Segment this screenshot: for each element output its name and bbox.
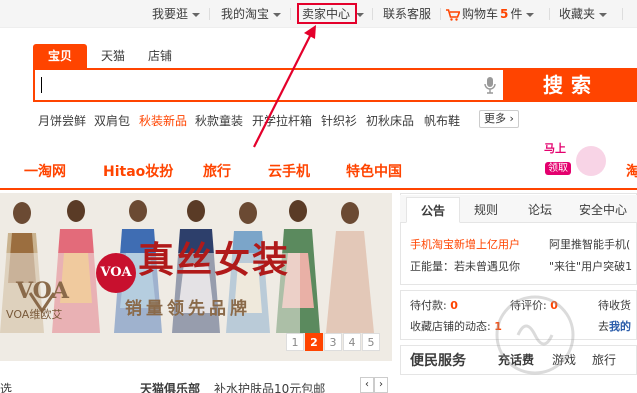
- my-taobao-menu[interactable]: 我的淘宝: [221, 6, 282, 22]
- promo-title[interactable]: 马上: [544, 142, 566, 155]
- hotword-link[interactable]: 初秋床品: [366, 112, 414, 129]
- search-tab-shop[interactable]: 店铺: [140, 44, 180, 68]
- promo-claim[interactable]: 领取: [545, 162, 571, 175]
- chevron-down-icon: [192, 12, 201, 17]
- carousel-page-3[interactable]: 3: [324, 333, 342, 351]
- tmall-club-link[interactable]: 天猫俱乐部: [140, 380, 200, 393]
- divider: [209, 8, 210, 20]
- brand-logo: VOA: [16, 278, 69, 304]
- brand-badge: VOA: [96, 253, 136, 293]
- divider: [440, 8, 441, 20]
- brand-name: VOA维欧艾: [6, 308, 63, 321]
- microphone-icon[interactable]: [483, 76, 497, 94]
- text-cursor: [41, 77, 42, 93]
- hotword-link[interactable]: 秋装新品: [139, 112, 187, 129]
- banner-tagline: 销量领先品牌: [125, 299, 251, 319]
- hotword-link[interactable]: 双肩包: [94, 112, 130, 129]
- annotation-highlight-box: [297, 3, 357, 24]
- category-link[interactable]: Hitao妆扮: [103, 161, 173, 181]
- customer-service-link[interactable]: 联系客服: [383, 6, 431, 22]
- more-button[interactable]: 更多 ›: [479, 110, 519, 128]
- notice-link[interactable]: 正能量：若未曾遇见你: [410, 258, 520, 274]
- cart-count: 5: [500, 7, 509, 21]
- chevron-down-icon: [599, 12, 608, 17]
- chevron-down-icon: [526, 12, 535, 17]
- category-link[interactable]: 云手机: [268, 161, 310, 181]
- bottom-text[interactable]: 选: [0, 380, 12, 393]
- divider: [290, 8, 291, 20]
- hotword-link[interactable]: 月饼尝鲜: [38, 112, 86, 129]
- search-input[interactable]: [39, 73, 469, 97]
- category-link[interactable]: 一淘网: [24, 161, 66, 181]
- carousel-page-2[interactable]: 2: [305, 333, 323, 351]
- hotword-link[interactable]: 开学拉杆箱: [252, 112, 312, 129]
- carousel-page-1[interactable]: 1: [286, 333, 304, 351]
- search-box: [33, 68, 505, 102]
- notice-link[interactable]: "来往"用户突破1: [549, 258, 632, 274]
- service-title: 便民服务: [410, 353, 466, 369]
- watermark-logo: [495, 295, 575, 375]
- promo-link[interactable]: 补水护肤品10元包邮: [214, 380, 325, 393]
- search-button[interactable]: 搜索: [505, 68, 637, 102]
- go-to-mine-link[interactable]: 去我的: [598, 318, 631, 334]
- pending-payment-link[interactable]: 待付款: 0: [410, 297, 458, 313]
- next-arrow-icon[interactable]: ›: [374, 377, 388, 393]
- cart-icon: [446, 8, 460, 21]
- search-tab-tmall[interactable]: 天猫: [93, 44, 133, 68]
- chevron-down-icon: [273, 12, 282, 17]
- cart-menu[interactable]: 购物车 5 件: [446, 6, 535, 22]
- favorite-shops-updates[interactable]: 收藏店铺的动态: 1: [410, 318, 502, 334]
- tab-notice[interactable]: 公告: [406, 197, 460, 223]
- search-tab-item[interactable]: 宝贝: [33, 44, 87, 68]
- category-link[interactable]: 旅行: [203, 161, 231, 181]
- divider: [622, 8, 623, 20]
- notice-link[interactable]: 手机淘宝新增上亿用户: [410, 236, 520, 252]
- pending-receipt-link[interactable]: 待收货: [598, 297, 631, 313]
- chevron-down-icon: [356, 12, 365, 17]
- carousel-page-4[interactable]: 4: [343, 333, 361, 351]
- gift-icon[interactable]: [576, 146, 606, 176]
- category-link[interactable]: 特色中国: [346, 161, 402, 181]
- carousel-page-5[interactable]: 5: [362, 333, 380, 351]
- hotword-link[interactable]: 针织衫: [321, 112, 357, 129]
- tab-rules[interactable]: 规则: [466, 197, 506, 223]
- notice-link[interactable]: 阿里推智能手机(: [549, 236, 630, 252]
- divider: [549, 8, 550, 20]
- tab-security-center[interactable]: 安全中心: [570, 197, 636, 223]
- hotword-link[interactable]: 帆布鞋: [424, 112, 460, 129]
- hotword-link[interactable]: 秋款童装: [195, 112, 243, 129]
- divider: [372, 8, 373, 20]
- category-link-partial[interactable]: 淘: [626, 161, 637, 181]
- banner-slogan: 真丝女装: [138, 239, 291, 281]
- prev-arrow-icon[interactable]: ‹: [360, 377, 374, 393]
- browse-menu[interactable]: 我要逛: [152, 6, 201, 22]
- favorites-menu[interactable]: 收藏夹: [559, 6, 608, 22]
- category-nav: 一淘网 Hitao妆扮 旅行 云手机 特色中国 淘: [0, 150, 637, 190]
- tab-forum[interactable]: 论坛: [520, 197, 560, 223]
